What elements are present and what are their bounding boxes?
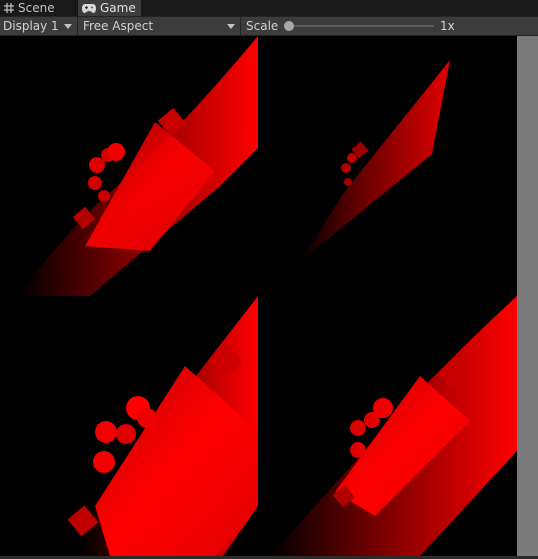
- tab-scene-label: Scene: [18, 1, 55, 15]
- scale-slider-handle[interactable]: [284, 21, 294, 31]
- scale-label: Scale: [246, 19, 279, 33]
- tab-game-label: Game: [100, 1, 136, 15]
- game-view-toolbar: Display 1 Free Aspect Scale 1x: [0, 16, 538, 36]
- rendered-scene: [18, 36, 517, 556]
- aspect-dropdown[interactable]: Free Aspect: [80, 17, 241, 35]
- camera-view-top-right: [300, 60, 450, 262]
- scale-slider-track[interactable]: [289, 25, 434, 27]
- chevron-down-icon: [227, 24, 235, 29]
- aspect-dropdown-label: Free Aspect: [83, 19, 154, 33]
- tab-game[interactable]: Game: [78, 0, 141, 16]
- grid-icon: [4, 3, 14, 13]
- camera-view-top-left: [18, 36, 258, 296]
- vertical-scrollbar[interactable]: [517, 36, 538, 556]
- display-dropdown[interactable]: Display 1: [0, 17, 78, 35]
- game-viewport[interactable]: [0, 36, 517, 556]
- scale-value: 1x: [440, 19, 455, 33]
- camera-view-bottom-left: [67, 296, 258, 556]
- window-tab-bar: Scene Game: [0, 0, 538, 16]
- tab-scene[interactable]: Scene: [0, 0, 76, 16]
- gamepad-icon: [82, 3, 96, 13]
- display-dropdown-label: Display 1: [3, 19, 59, 33]
- camera-view-bottom-right: [270, 296, 517, 556]
- chevron-down-icon: [64, 24, 72, 29]
